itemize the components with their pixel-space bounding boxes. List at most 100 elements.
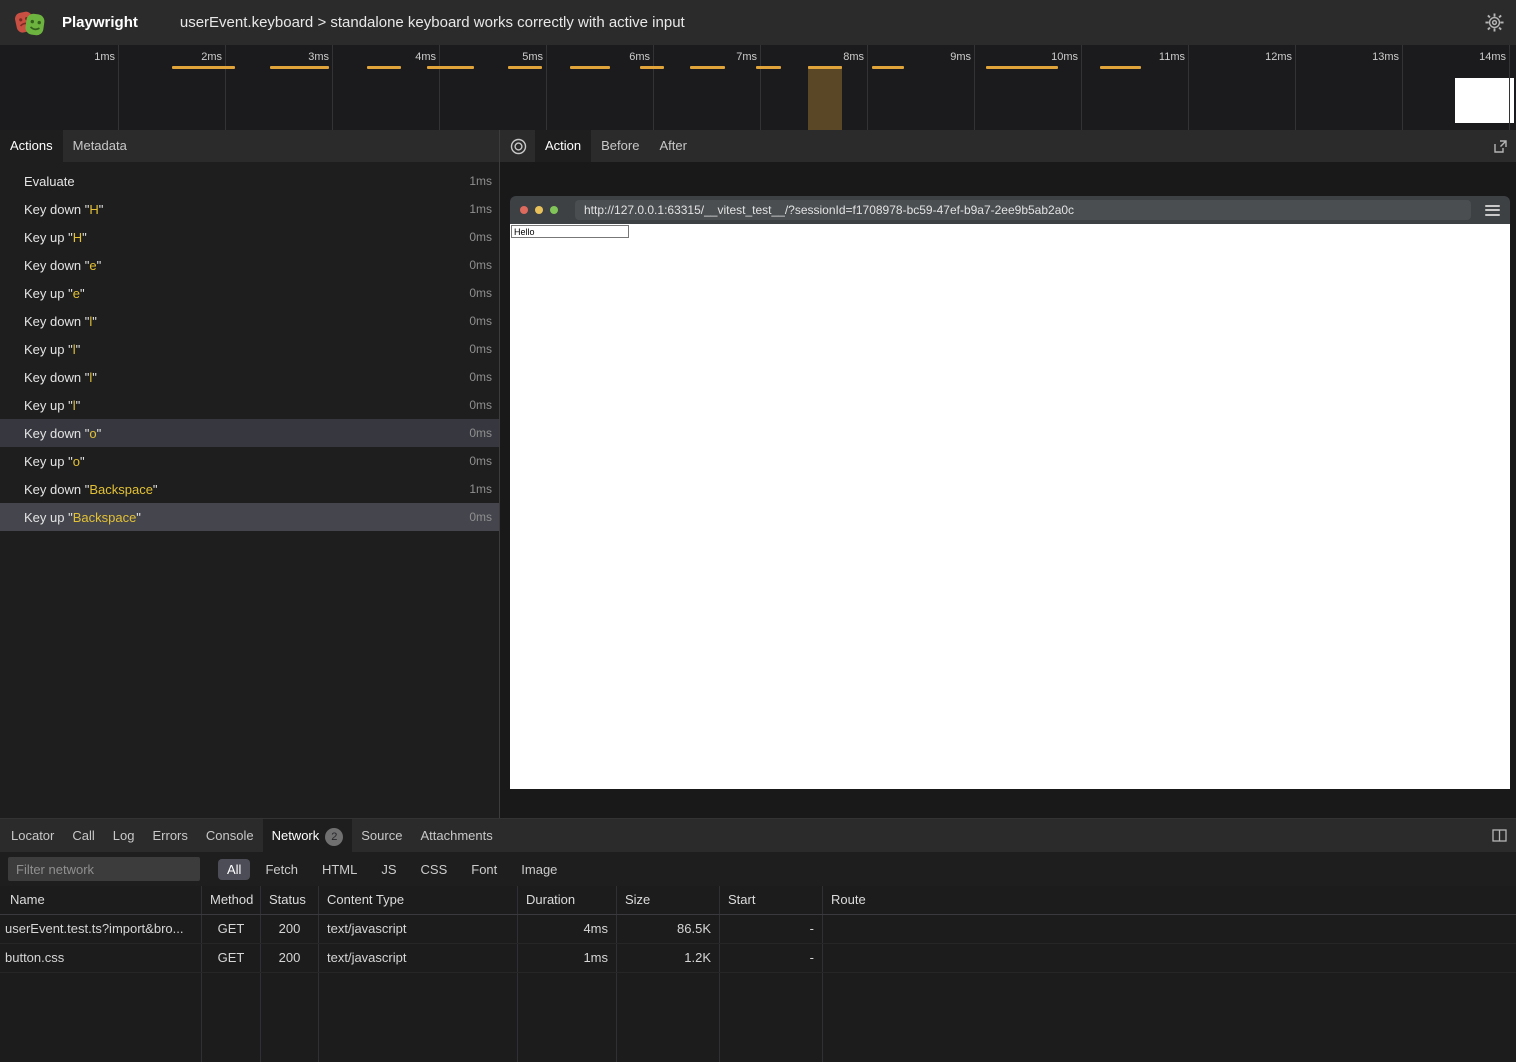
timeline-tick-label: 6ms xyxy=(629,51,650,63)
action-duration: 0ms xyxy=(469,314,492,328)
filter-chip-css[interactable]: CSS xyxy=(412,859,457,880)
cell-route xyxy=(823,944,1516,972)
action-title: Evaluate xyxy=(24,174,75,189)
timeline-gridline xyxy=(1509,45,1510,130)
action-duration: 0ms xyxy=(469,258,492,272)
action-duration: 1ms xyxy=(469,202,492,216)
cell-method: GET xyxy=(202,944,261,972)
tab-attachments[interactable]: Attachments xyxy=(411,819,501,852)
gear-icon[interactable] xyxy=(1485,13,1504,32)
tab-locator[interactable]: Locator xyxy=(2,819,63,852)
filler-cell xyxy=(720,973,823,1062)
timeline-gridline xyxy=(225,45,226,130)
timeline-gridline xyxy=(118,45,119,130)
traffic-light-green-icon xyxy=(550,206,558,214)
cell-name: button.css xyxy=(0,944,202,972)
traffic-light-red-icon xyxy=(520,206,528,214)
trace-title: userEvent.keyboard > standalone keyboard… xyxy=(180,14,685,31)
url-bar: http://127.0.0.1:63315/__vitest_test__/?… xyxy=(575,200,1471,220)
cell-duration: 4ms xyxy=(518,915,617,943)
action-row[interactable]: Key up "o"0ms xyxy=(0,447,499,475)
cell-size: 86.5K xyxy=(617,915,720,943)
action-title: Key down " xyxy=(24,426,89,441)
action-row[interactable]: Key down "o"0ms xyxy=(0,419,499,447)
action-title: Key up " xyxy=(24,510,73,525)
columns-icon[interactable] xyxy=(1492,829,1507,842)
timeline-gridline xyxy=(439,45,440,130)
column-header-size: Size xyxy=(617,886,720,914)
tab-metadata[interactable]: Metadata xyxy=(63,130,137,162)
tab-before[interactable]: Before xyxy=(591,130,649,162)
tab-after[interactable]: After xyxy=(649,130,696,162)
action-duration: 0ms xyxy=(469,426,492,440)
external-link-icon[interactable] xyxy=(1493,139,1508,154)
tab-action[interactable]: Action xyxy=(535,130,591,162)
app-name: Playwright xyxy=(62,14,138,31)
timeline-action-marker xyxy=(172,66,235,69)
action-row[interactable]: Key down "l"0ms xyxy=(0,307,499,335)
timeline-tick-label: 7ms xyxy=(736,51,757,63)
action-row[interactable]: Key down "l"0ms xyxy=(0,363,499,391)
network-row[interactable]: button.cssGET200text/javascript1ms1.2K- xyxy=(0,944,1516,973)
action-row[interactable]: Key up "l"0ms xyxy=(0,391,499,419)
cell-size: 1.2K xyxy=(617,944,720,972)
tab-network[interactable]: Network2 xyxy=(263,819,353,852)
menu-icon xyxy=(1485,205,1500,216)
action-title: Key up " xyxy=(24,398,73,413)
tab-source[interactable]: Source xyxy=(352,819,411,852)
filter-chip-image[interactable]: Image xyxy=(512,859,566,880)
action-key-quote: " xyxy=(92,314,97,329)
filler-cell xyxy=(319,973,518,1062)
snapshot-text-input[interactable] xyxy=(511,225,629,238)
network-toolbar: All Fetch HTML JS CSSFont Image xyxy=(0,852,1516,886)
tab-errors[interactable]: Errors xyxy=(143,819,196,852)
action-key: Backspace xyxy=(89,482,153,497)
action-key: o xyxy=(73,454,80,469)
action-key-quote: " xyxy=(80,454,85,469)
filter-chip-fetch[interactable]: Fetch xyxy=(256,859,307,880)
tab-actions[interactable]: Actions xyxy=(0,130,63,162)
action-row[interactable]: Evaluate1ms xyxy=(0,167,499,195)
action-key-quote: " xyxy=(82,230,87,245)
action-title: Key up " xyxy=(24,342,73,357)
network-table-filler xyxy=(0,973,1516,1062)
timeline-action-marker xyxy=(690,66,725,69)
action-row[interactable]: Key up "H"0ms xyxy=(0,223,499,251)
timeline-tick-label: 12ms xyxy=(1265,51,1292,63)
cell-route xyxy=(823,915,1516,943)
timeline-action-marker xyxy=(427,66,474,69)
browser-chrome: http://127.0.0.1:63315/__vitest_test__/?… xyxy=(510,196,1510,224)
action-row[interactable]: Key up "e"0ms xyxy=(0,279,499,307)
action-key: H xyxy=(73,230,82,245)
action-row[interactable]: Key down "e"0ms xyxy=(0,251,499,279)
timeline-tick-label: 10ms xyxy=(1051,51,1078,63)
tab-call[interactable]: Call xyxy=(63,819,103,852)
target-icon[interactable] xyxy=(510,138,527,155)
action-duration: 0ms xyxy=(469,370,492,384)
timeline-tick-label: 14ms xyxy=(1479,51,1506,63)
filler-cell xyxy=(261,973,319,1062)
filmstrip-thumbnail[interactable] xyxy=(1455,78,1514,123)
filter-chip-js[interactable]: JS xyxy=(372,859,405,880)
action-row[interactable]: Key down "Backspace"1ms xyxy=(0,475,499,503)
network-row[interactable]: userEvent.test.ts?import&bro...GET200tex… xyxy=(0,915,1516,944)
timeline-action-marker xyxy=(367,66,401,69)
filter-network-input[interactable] xyxy=(8,857,200,881)
app-header: Playwright userEvent.keyboard > standalo… xyxy=(0,0,1516,45)
column-header-method: Method xyxy=(202,886,261,914)
action-row[interactable]: Key up "Backspace"0ms xyxy=(0,503,499,531)
tab-log[interactable]: Log xyxy=(104,819,144,852)
timeline-gridline xyxy=(760,45,761,130)
tab-console[interactable]: Console xyxy=(197,819,263,852)
column-header-content-type: Content Type xyxy=(319,886,518,914)
filter-chip-font[interactable]: Font xyxy=(462,859,506,880)
timeline-gridline xyxy=(974,45,975,130)
filter-chip-all[interactable]: All xyxy=(218,859,250,880)
timeline[interactable]: 1ms2ms3ms4ms5ms6ms7ms8ms9ms10ms11ms12ms1… xyxy=(0,45,1516,130)
timeline-tick-label: 3ms xyxy=(308,51,329,63)
action-key: Backspace xyxy=(73,510,137,525)
cell-name: userEvent.test.ts?import&bro... xyxy=(0,915,202,943)
action-row[interactable]: Key up "l"0ms xyxy=(0,335,499,363)
action-row[interactable]: Key down "H"1ms xyxy=(0,195,499,223)
filter-chip-html[interactable]: HTML xyxy=(313,859,366,880)
